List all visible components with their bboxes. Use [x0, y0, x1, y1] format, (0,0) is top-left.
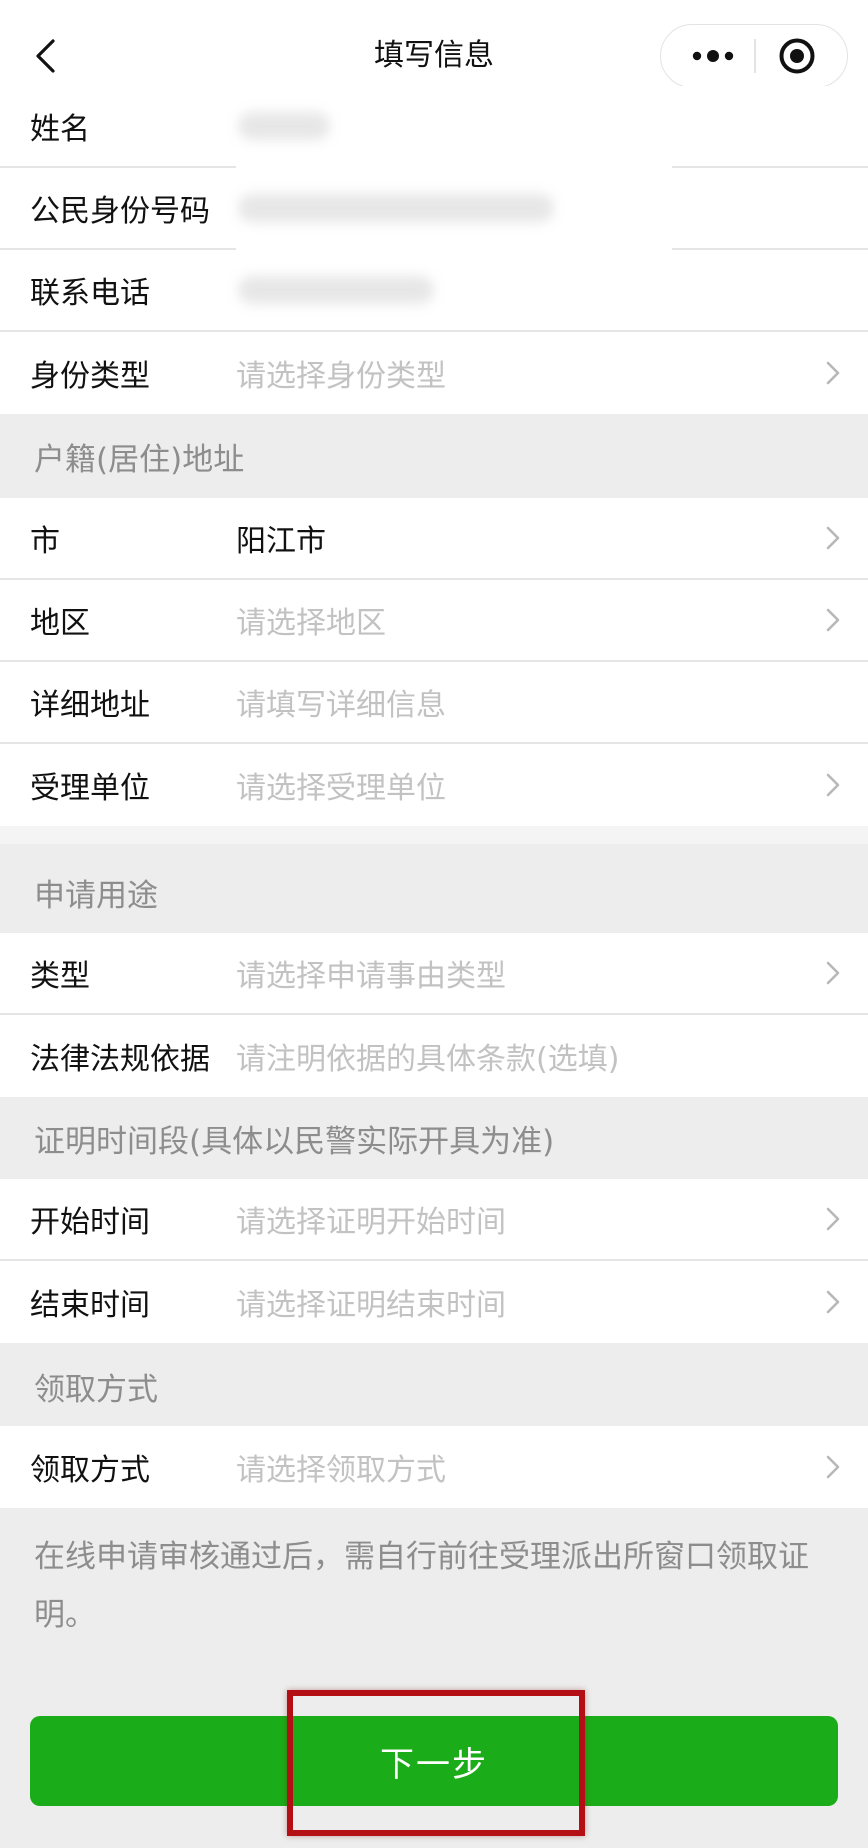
identity-type-label: 身份类型: [30, 359, 150, 394]
section-gap: [0, 826, 868, 844]
more-button[interactable]: [677, 29, 749, 83]
chevron-right-icon: [826, 1290, 840, 1314]
pickup-notice-text: 在线申请审核通过后，需自行前往受理派出所窗口领取证明。: [34, 1539, 809, 1633]
district-label: 地区: [30, 606, 90, 641]
redacted-id-number-value: [238, 194, 554, 222]
office-placeholder: 请选择受理单位: [236, 771, 446, 806]
law-basis-input[interactable]: 请注明依据的具体条款(选填): [236, 1015, 619, 1097]
law-basis-row[interactable]: 法律法规依据 请注明依据的具体条款(选填): [0, 1015, 868, 1097]
more-dots-icon: [692, 50, 734, 62]
city-value: 阳江市: [236, 524, 326, 559]
phone-label: 联系电话: [30, 276, 150, 311]
city-row[interactable]: 市 阳江市: [0, 498, 868, 580]
identity-type-row[interactable]: 身份类型 请选择身份类型: [0, 332, 868, 414]
next-step-button[interactable]: 下一步: [30, 1716, 838, 1806]
city-label: 市: [30, 524, 60, 559]
back-button[interactable]: [26, 36, 66, 76]
purpose-type-label: 类型: [30, 959, 90, 994]
start-time-row[interactable]: 开始时间 请选择证明开始时间: [0, 1179, 868, 1261]
end-time-label: 结束时间: [30, 1288, 150, 1323]
purpose-type-placeholder: 请选择申请事由类型: [236, 959, 506, 994]
pickup-method-row[interactable]: 领取方式 请选择领取方式: [0, 1426, 868, 1508]
chevron-right-icon: [826, 361, 840, 385]
chevron-left-icon: [36, 39, 55, 73]
detail-address-label: 详细地址: [30, 688, 150, 723]
district-row[interactable]: 地区 请选择地区: [0, 580, 868, 662]
law-basis-label: 法律法规依据: [30, 1042, 210, 1077]
chevron-right-icon: [826, 773, 840, 797]
chevron-right-icon: [826, 1455, 840, 1479]
purpose-type-row[interactable]: 类型 请选择申请事由类型: [0, 933, 868, 1015]
start-time-placeholder: 请选择证明开始时间: [236, 1205, 506, 1240]
identity-type-placeholder: 请选择身份类型: [236, 359, 446, 394]
end-time-placeholder: 请选择证明结束时间: [236, 1288, 506, 1323]
detail-address-input[interactable]: 请填写详细信息: [236, 662, 446, 742]
purpose-section-title: 申请用途: [34, 878, 158, 914]
redacted-name-value: [238, 112, 330, 140]
id-number-label: 公民身份号码: [30, 194, 210, 229]
target-circle-icon: [779, 38, 815, 74]
district-placeholder: 请选择地区: [236, 606, 386, 641]
end-time-row[interactable]: 结束时间 请选择证明结束时间: [0, 1261, 868, 1343]
pickup-section-title: 领取方式: [34, 1372, 158, 1408]
pickup-method-label: 领取方式: [30, 1453, 150, 1488]
detail-address-row[interactable]: 详细地址 请填写详细信息: [0, 662, 868, 744]
chevron-right-icon: [826, 608, 840, 632]
address-section-title: 户籍(居住)地址: [34, 442, 245, 478]
pickup-method-placeholder: 请选择领取方式: [236, 1453, 446, 1488]
office-label: 受理单位: [30, 771, 150, 806]
start-time-label: 开始时间: [30, 1205, 150, 1240]
capsule-divider: [754, 39, 756, 73]
chevron-right-icon: [826, 961, 840, 985]
office-row[interactable]: 受理单位 请选择受理单位: [0, 744, 868, 826]
period-section-title: 证明时间段(具体以民警实际开具为准): [34, 1124, 555, 1160]
close-mini-program-button[interactable]: [761, 29, 833, 83]
name-label: 姓名: [30, 112, 90, 147]
chevron-right-icon: [826, 526, 840, 550]
chevron-right-icon: [826, 1207, 840, 1231]
redacted-phone-value: [238, 276, 434, 304]
mini-program-capsule: [660, 24, 848, 88]
